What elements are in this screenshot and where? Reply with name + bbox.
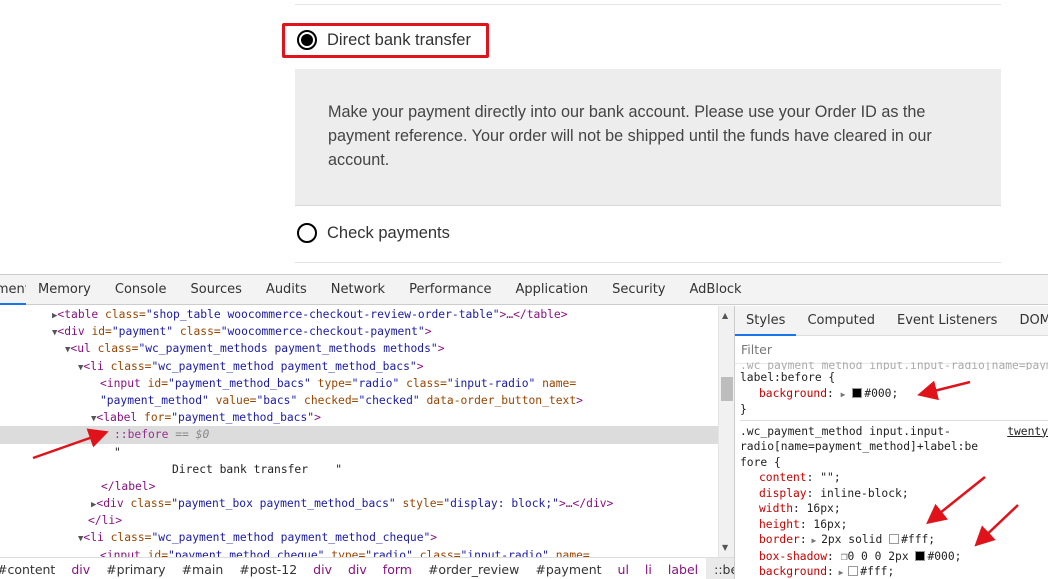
dom-node-close[interactable]: </li> [0,512,718,529]
css-selector[interactable]: radio[name=payment_method]+label:be [740,439,1048,455]
scroll-down-arrow-icon[interactable]: ▼ [722,543,728,552]
payment-box-bacs: Make your payment directly into our bank… [295,69,1001,206]
devtools-tab-bar: Elements Memory Console Sources Audits N… [0,275,1048,305]
styles-tab-bar: Styles Computed Event Listeners DOM Brea… [735,306,1048,336]
breadcrumb-item[interactable]: div [340,562,375,577]
css-property[interactable]: display: inline-block; [740,486,1048,502]
breadcrumb-item[interactable]: div [305,562,340,577]
dom-node[interactable]: ▼<ul class="wc_payment_methods payment_m… [0,340,718,357]
tab-performance[interactable]: Performance [397,275,503,305]
dom-node[interactable]: ▶<table class="shop_table woocommerce-ch… [0,306,718,323]
css-selector[interactable]: .wc_payment_method input.input- [740,424,1048,440]
text-node[interactable]: " [0,444,718,461]
css-property[interactable]: box-shadow: ❐0 0 0 2px #000; [740,549,1048,565]
tab-sources[interactable]: Sources [178,275,253,305]
dom-breadcrumb: #content div #primary #main #post-12 div… [0,557,734,579]
breadcrumb-item[interactable]: form [375,562,420,577]
css-property[interactable]: border: ▶ 2px solid #fff; [740,532,1048,549]
dom-node-selected[interactable]: ::before == $0 [0,426,718,444]
dom-node[interactable]: <input id="payment_method_bacs" type="ra… [0,375,718,392]
css-property[interactable]: content: ""; [740,470,1048,486]
tab-memory[interactable]: Memory [26,275,103,305]
breadcrumb-item[interactable]: li [637,562,660,577]
radio-unchecked-icon[interactable] [297,223,317,243]
breadcrumb-item-active[interactable]: ::before [706,558,734,579]
scrollbar-thumb[interactable] [721,377,733,401]
tab-adblock[interactable]: AdBlock [678,275,754,305]
dom-node[interactable]: ▼<li class="wc_payment_method payment_me… [0,358,718,375]
css-property[interactable]: background: ▶ #000; [740,386,1048,403]
breadcrumb-item[interactable]: #order_review [420,562,527,577]
css-property[interactable]: background: ▶ #fff; [740,564,1048,579]
css-property[interactable]: height: 16px; [740,517,1048,533]
styles-filter [735,336,1048,364]
breadcrumb-item[interactable]: #payment [527,562,609,577]
tab-network[interactable]: Network [319,275,397,305]
dom-node[interactable]: ▶<div class="payment_box payment_method_… [0,495,718,512]
dom-tree-scrollbar[interactable]: ▲ ▼ [718,306,734,557]
divider [295,4,1001,5]
tab-security[interactable]: Security [600,275,677,305]
devtools-panel: Elements Memory Console Sources Audits N… [0,274,1048,579]
color-swatch[interactable] [848,566,859,576]
breadcrumb-item[interactable]: ul [610,562,637,577]
text-node[interactable]: Direct bank transfer " [0,461,718,478]
dom-node[interactable]: <input id="payment_method_cheque" type="… [0,547,718,557]
dom-node[interactable]: ▼<label for="payment_method_bacs"> [0,409,718,426]
css-selector[interactable]: fore { [740,455,1048,471]
tab-dom-breakpoints[interactable]: DOM Breakpoints [1008,306,1048,336]
css-rule-checked: .wc_payment_method input.input-radio[nam… [740,362,1048,418]
color-swatch[interactable] [889,534,900,544]
css-selector-clipped: .wc_payment_method input.input-radio[nam… [740,362,1048,370]
color-swatch[interactable] [915,550,926,561]
css-property[interactable]: width: 16px; [740,501,1048,517]
tab-computed[interactable]: Computed [796,306,886,336]
tab-event-listeners[interactable]: Event Listeners [886,306,1008,336]
payment-option-cheque[interactable]: Check payments [297,223,450,243]
styles-pane: Styles Computed Event Listeners DOM Brea… [734,306,1048,579]
expand-triangle-icon[interactable]: ▶ [807,536,821,545]
dom-node[interactable]: ▼<div id="payment" class="woocommerce-ch… [0,323,718,340]
tab-audits[interactable]: Audits [254,275,319,305]
breadcrumb-item[interactable]: #post-12 [231,562,305,577]
color-swatch[interactable] [852,387,863,398]
breadcrumb-item[interactable]: label [660,562,706,577]
annotation-highlight-box [282,23,489,58]
tab-application[interactable]: Application [503,275,600,305]
payment-option-label: Check payments [327,223,450,242]
checkout-page: Direct bank transfer Make your payment d… [0,0,1048,274]
dom-tree: ▶<table class="shop_table woocommerce-ch… [0,306,718,557]
css-rule-close: } [740,403,747,416]
dom-node-continued[interactable]: "payment_method" value="bacs" checked="c… [0,392,718,409]
css-rule-before: twenty .wc_payment_method input.input- r… [740,419,1048,579]
tab-elements[interactable]: Elements [0,275,26,305]
tab-console[interactable]: Console [103,275,179,305]
tab-styles[interactable]: Styles [735,306,797,336]
breadcrumb-item[interactable]: #content [0,562,63,577]
css-selector[interactable]: label:before { [740,370,1048,386]
stylesheet-source-link[interactable]: twenty [1007,424,1048,440]
breadcrumb-item[interactable]: #primary [98,562,173,577]
breadcrumb-item[interactable]: div [63,562,98,577]
dom-node[interactable]: ▼<li class="wc_payment_method payment_me… [0,529,718,546]
scroll-up-arrow-icon[interactable]: ▲ [722,311,728,320]
expand-triangle-icon[interactable]: ▶ [841,390,846,399]
expand-triangle-icon[interactable]: ▶ [834,568,848,577]
breadcrumb-item[interactable]: #main [174,562,232,577]
styles-filter-input[interactable] [741,342,1042,357]
payment-description: Make your payment directly into our bank… [328,103,932,169]
dom-node-close[interactable]: </label> [0,478,718,495]
css-rules: .wc_payment_method input.input-radio[nam… [735,362,1048,579]
divider [295,262,1001,263]
